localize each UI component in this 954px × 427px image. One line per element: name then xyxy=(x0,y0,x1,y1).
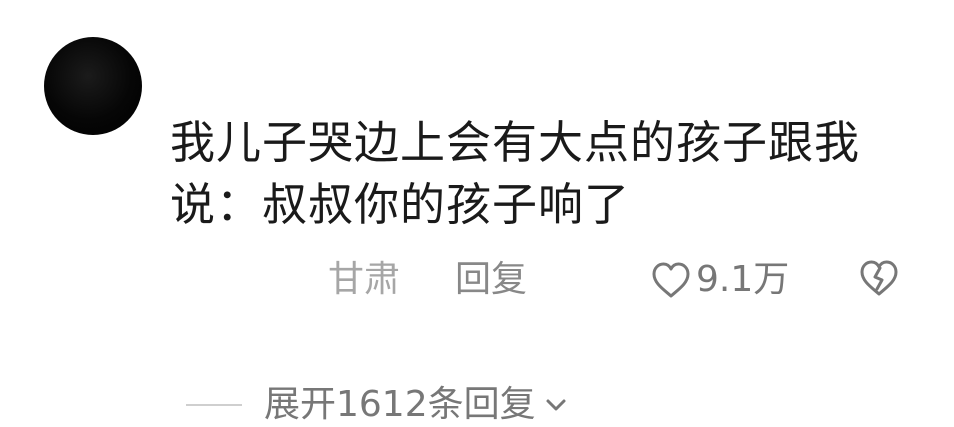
divider xyxy=(186,404,242,406)
broken-heart-icon xyxy=(858,260,900,302)
like-button[interactable]: 9.1万 xyxy=(650,255,789,305)
avatar[interactable] xyxy=(44,37,142,135)
dislike-button[interactable] xyxy=(858,258,900,302)
location-label: 甘肃 xyxy=(328,259,401,300)
heart-outline-icon xyxy=(650,260,692,300)
expand-replies-label: 展开1612条回复 xyxy=(264,384,536,425)
chevron-down-icon xyxy=(536,397,568,413)
expand-replies-button[interactable]: 展开1612条回复 xyxy=(186,380,568,427)
like-count: 9.1万 xyxy=(696,259,790,300)
reply-button[interactable]: 回复 xyxy=(455,255,527,305)
comment-text: 我儿子哭边上会有大点的孩子跟我说：叔叔你的孩子响了 xyxy=(170,116,861,231)
